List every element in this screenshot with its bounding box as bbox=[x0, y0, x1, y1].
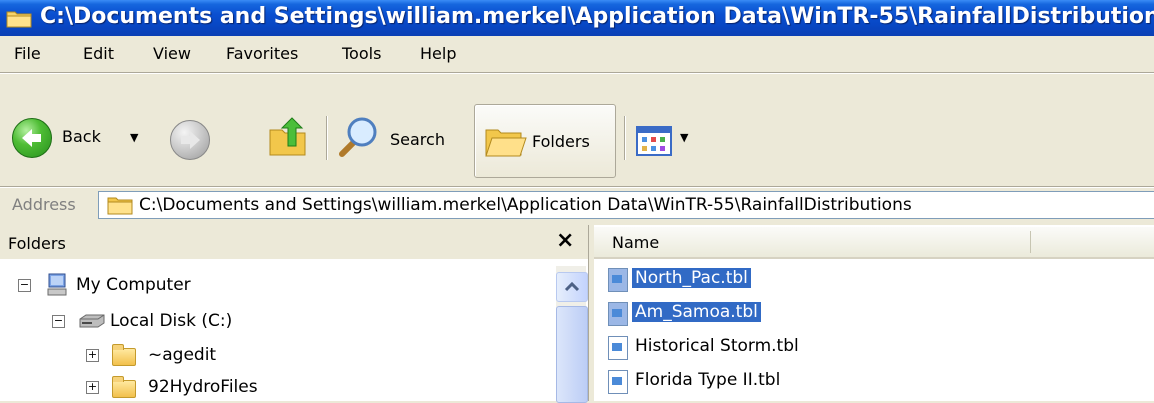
file-row[interactable]: Historical Storm.tbl bbox=[608, 335, 848, 361]
address-input[interactable]: C:\Documents and Settings\william.merkel… bbox=[98, 191, 1154, 219]
window-title: C:\Documents and Settings\william.merkel… bbox=[40, 4, 1154, 29]
folder-tree: − My Computer − Local Disk (C:) + ~agedi… bbox=[0, 259, 588, 401]
column-header-label: Name bbox=[612, 233, 660, 252]
address-bar: Address C:\Documents and Settings\willia… bbox=[0, 188, 1154, 222]
tree-item-label: My Computer bbox=[76, 275, 191, 295]
menu-view[interactable]: View bbox=[153, 44, 191, 63]
file-name: Florida Type II.tbl bbox=[635, 370, 781, 390]
address-label: Address bbox=[12, 195, 76, 214]
menu-edit[interactable]: Edit bbox=[83, 44, 114, 63]
menu-file[interactable]: File bbox=[14, 44, 41, 63]
close-folders-icon[interactable]: × bbox=[556, 228, 574, 253]
search-label[interactable]: Search bbox=[390, 130, 445, 149]
views-icon[interactable] bbox=[636, 126, 676, 158]
address-value: C:\Documents and Settings\william.merkel… bbox=[139, 195, 912, 215]
back-label[interactable]: Back bbox=[62, 127, 101, 146]
scroll-thumb[interactable] bbox=[556, 306, 588, 403]
scroll-up-button[interactable] bbox=[556, 272, 588, 302]
chevron-up-icon bbox=[564, 281, 580, 292]
column-divider[interactable] bbox=[1030, 231, 1031, 253]
folders-title: Folders bbox=[8, 234, 66, 253]
back-arrow-icon bbox=[22, 129, 41, 147]
menu-tools[interactable]: Tools bbox=[342, 44, 381, 63]
views-dropdown-icon[interactable]: ▼ bbox=[680, 131, 688, 144]
collapse-icon[interactable]: − bbox=[18, 279, 31, 292]
folder-icon bbox=[6, 11, 32, 28]
file-list-pane: Name North_Pac.tbl Am_Samoa.tbl Historic… bbox=[594, 225, 1154, 401]
computer-icon bbox=[47, 273, 67, 296]
tree-item-agedit[interactable]: + ~agedit bbox=[0, 343, 540, 369]
folder-icon bbox=[107, 197, 133, 215]
tree-item-my-computer[interactable]: − My Computer bbox=[0, 273, 540, 299]
tree-item-local-disk[interactable]: − Local Disk (C:) bbox=[0, 309, 540, 335]
collapse-icon[interactable]: − bbox=[52, 315, 65, 328]
file-row[interactable]: North_Pac.tbl bbox=[608, 267, 808, 293]
back-dropdown-icon[interactable]: ▼ bbox=[130, 131, 138, 144]
tree-item-label: Local Disk (C:) bbox=[110, 311, 233, 331]
forward-button[interactable] bbox=[170, 120, 210, 160]
folders-pane: Folders × − My Computer − Local Disk (C:… bbox=[0, 225, 588, 401]
tree-item-92hydrofiles[interactable]: + 92HydroFiles bbox=[0, 375, 540, 401]
file-icon bbox=[608, 370, 628, 394]
file-name: North_Pac.tbl bbox=[632, 268, 751, 288]
expand-icon[interactable]: + bbox=[86, 349, 99, 362]
file-icon bbox=[608, 302, 628, 326]
menu-help[interactable]: Help bbox=[420, 44, 456, 63]
folders-label[interactable]: Folders bbox=[532, 132, 590, 151]
file-icon bbox=[608, 268, 628, 292]
back-button[interactable] bbox=[12, 118, 52, 158]
search-icon[interactable] bbox=[334, 114, 380, 160]
menu-favorites[interactable]: Favorites bbox=[226, 44, 298, 63]
file-name: Am_Samoa.tbl bbox=[632, 302, 761, 322]
file-row[interactable]: Am_Samoa.tbl bbox=[608, 301, 808, 327]
menu-bar: File Edit View Favorites Tools Help bbox=[0, 36, 1154, 72]
file-row[interactable]: Florida Type II.tbl bbox=[608, 369, 848, 395]
expand-icon[interactable]: + bbox=[86, 381, 99, 394]
folders-header: Folders × bbox=[0, 225, 588, 259]
file-name: Historical Storm.tbl bbox=[635, 336, 799, 356]
title-bar[interactable]: C:\Documents and Settings\william.merkel… bbox=[0, 0, 1154, 36]
column-header-name[interactable]: Name bbox=[594, 227, 1154, 259]
file-icon bbox=[608, 336, 628, 360]
toolbar-divider bbox=[326, 116, 328, 160]
tree-item-label: ~agedit bbox=[148, 345, 217, 365]
folders-scrollbar[interactable] bbox=[556, 266, 588, 403]
up-folder-icon[interactable] bbox=[266, 116, 310, 158]
forward-arrow-icon bbox=[181, 131, 200, 149]
drive-icon bbox=[79, 314, 105, 328]
folders-icon bbox=[485, 129, 527, 157]
folder-icon bbox=[112, 376, 136, 398]
toolbar-divider bbox=[624, 116, 626, 160]
menu-separator-highlight bbox=[0, 73, 1154, 74]
tree-item-label: 92HydroFiles bbox=[148, 377, 258, 397]
folder-icon bbox=[112, 344, 136, 366]
